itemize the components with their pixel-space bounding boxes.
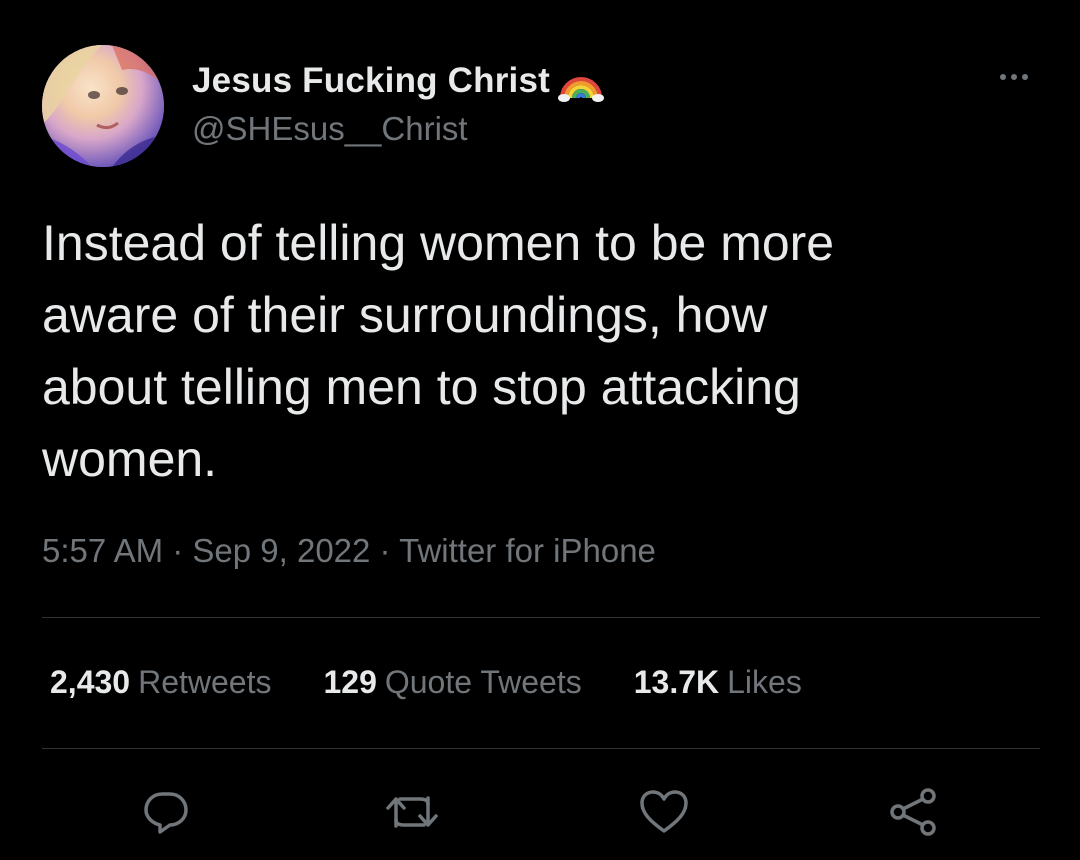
retweets-count: 2,430 [50, 664, 131, 700]
quote-tweets-count: 129 [323, 664, 377, 700]
tweet-actions [0, 760, 1080, 860]
likes-label: Likes [727, 664, 802, 700]
more-dot [1000, 74, 1006, 80]
retweets-label: Retweets [138, 664, 272, 700]
author-display-name[interactable]: Jesus Fucking Christ [192, 58, 604, 104]
tweet-stats: 2,430 Retweets 129 Quote Tweets 13.7K Likes [50, 664, 802, 701]
quote-tweets-stat[interactable]: 129 Quote Tweets [323, 664, 581, 701]
retweet-icon[interactable] [382, 782, 442, 842]
divider [42, 617, 1040, 618]
author-handle[interactable]: @SHEsus__Christ [192, 110, 468, 148]
more-dot [1022, 74, 1028, 80]
tweet-detail: Jesus Fucking Christ @SHEsus__Christ Ins… [0, 0, 1080, 860]
tweet-text: Instead of telling women to be more awar… [42, 215, 835, 487]
rainbow-icon [557, 58, 604, 104]
likes-stat[interactable]: 13.7K Likes [634, 664, 802, 701]
avatar-image [42, 45, 164, 167]
quote-tweets-label: Quote Tweets [384, 664, 582, 700]
more-options-icon[interactable] [990, 62, 1038, 92]
share-icon[interactable] [884, 782, 944, 842]
reply-icon[interactable] [136, 782, 196, 842]
like-icon[interactable] [634, 782, 694, 842]
more-dot [1011, 74, 1017, 80]
divider [42, 748, 1040, 749]
tweet-meta[interactable]: 5:57 AM · Sep 9, 2022 · Twitter for iPho… [42, 532, 656, 570]
likes-count: 13.7K [633, 664, 720, 700]
display-name-text: Jesus Fucking Christ [192, 61, 550, 100]
retweets-stat[interactable]: 2,430 Retweets [50, 664, 271, 701]
avatar[interactable] [42, 45, 164, 167]
